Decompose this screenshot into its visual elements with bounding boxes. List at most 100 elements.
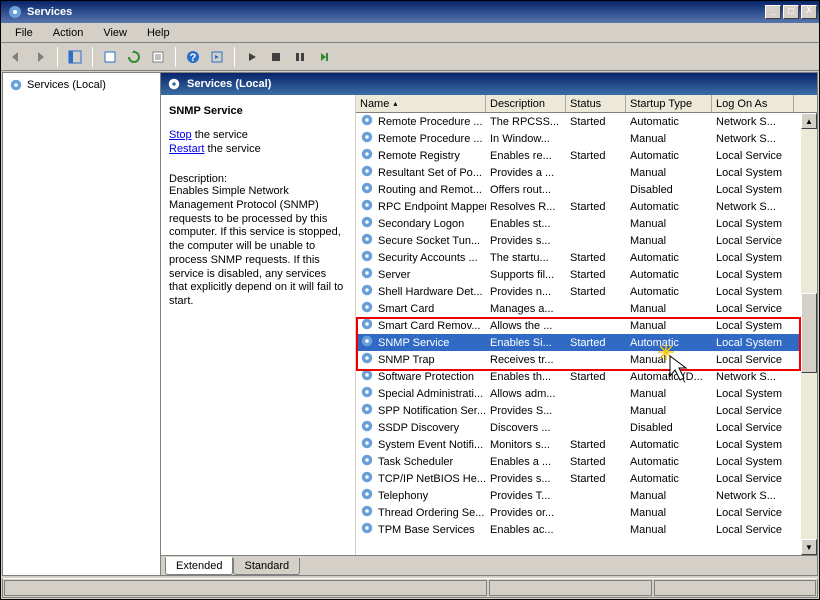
cell-desc: The RPCSS...: [486, 116, 566, 128]
service-gear-icon: [360, 402, 374, 419]
properties-button[interactable]: [147, 46, 169, 68]
maximize-button[interactable]: □: [783, 5, 799, 19]
table-row[interactable]: TelephonyProvides T...ManualNetwork S...: [356, 487, 817, 504]
cell-desc: Manages a...: [486, 303, 566, 315]
menu-help[interactable]: Help: [139, 25, 178, 41]
cell-desc: Provides or...: [486, 507, 566, 519]
column-logon[interactable]: Log On As: [712, 95, 794, 112]
cell-status: Started: [566, 252, 626, 264]
cell-desc: Provides a ...: [486, 167, 566, 179]
service-gear-icon: [360, 147, 374, 164]
table-row[interactable]: Remote Procedure ...The RPCSS...StartedA…: [356, 113, 817, 130]
service-rows: Remote Procedure ...The RPCSS...StartedA…: [356, 113, 817, 555]
cell-startup: Manual: [626, 167, 712, 179]
table-row[interactable]: Routing and Remot...Offers rout...Disabl…: [356, 181, 817, 198]
table-row[interactable]: RPC Endpoint MapperResolves R...StartedA…: [356, 198, 817, 215]
cell-logon: Local System: [712, 439, 794, 451]
list-pane: Name ▴DescriptionStatusStartup TypeLog O…: [356, 95, 817, 555]
table-row[interactable]: ServerSupports fil...StartedAutomaticLoc…: [356, 266, 817, 283]
table-row[interactable]: SNMP ServiceEnables Si...StartedAutomati…: [356, 334, 817, 351]
back-button[interactable]: [5, 46, 27, 68]
cell-desc: Supports fil...: [486, 269, 566, 281]
help-button[interactable]: ?: [182, 46, 204, 68]
cell-name: Software Protection: [356, 368, 486, 385]
tab-extended[interactable]: Extended: [165, 557, 233, 575]
menu-file[interactable]: File: [7, 25, 41, 41]
tab-standard[interactable]: Standard: [233, 558, 300, 575]
column-status[interactable]: Status: [566, 95, 626, 112]
table-row[interactable]: Special Administrati...Allows adm...Manu…: [356, 385, 817, 402]
start-service-button[interactable]: [241, 46, 263, 68]
cell-desc: Provides s...: [486, 235, 566, 247]
export-button[interactable]: [99, 46, 121, 68]
restart-link[interactable]: Restart: [169, 143, 204, 155]
forward-button[interactable]: [29, 46, 51, 68]
table-row[interactable]: Thread Ordering Se...Provides or...Manua…: [356, 504, 817, 521]
scroll-up-button[interactable]: ▲: [801, 113, 817, 129]
table-row[interactable]: Smart Card Remov...Allows the ...ManualL…: [356, 317, 817, 334]
pause-service-button[interactable]: [289, 46, 311, 68]
service-gear-icon: [360, 181, 374, 198]
stop-service-button[interactable]: [265, 46, 287, 68]
cell-logon: Local Service: [712, 507, 794, 519]
table-row[interactable]: Smart CardManages a...ManualLocal Servic…: [356, 300, 817, 317]
cell-name: Smart Card: [356, 300, 486, 317]
cell-status: Started: [566, 337, 626, 349]
table-row[interactable]: Software ProtectionEnables th...StartedA…: [356, 368, 817, 385]
tree-root-item[interactable]: Services (Local): [7, 77, 156, 93]
stop-link[interactable]: Stop: [169, 129, 192, 141]
table-row[interactable]: Remote Procedure ...In Window...ManualNe…: [356, 130, 817, 147]
cell-status: Started: [566, 473, 626, 485]
table-row[interactable]: Shell Hardware Det...Provides n...Starte…: [356, 283, 817, 300]
svg-text:?: ?: [190, 52, 197, 64]
table-row[interactable]: SNMP TrapReceives tr...ManualLocal Servi…: [356, 351, 817, 368]
restart-service-button[interactable]: [313, 46, 335, 68]
table-row[interactable]: Security Accounts ...The startu...Starte…: [356, 249, 817, 266]
cell-status: Started: [566, 269, 626, 281]
description-label: Description:: [169, 173, 347, 185]
table-row[interactable]: SPP Notification Ser...Provides S...Manu…: [356, 402, 817, 419]
table-row[interactable]: Task SchedulerEnables a ...StartedAutoma…: [356, 453, 817, 470]
cell-logon: Local System: [712, 388, 794, 400]
table-row[interactable]: Resultant Set of Po...Provides a ...Manu…: [356, 164, 817, 181]
cell-startup: Manual: [626, 388, 712, 400]
cell-desc: Enables a ...: [486, 456, 566, 468]
close-button[interactable]: X: [801, 5, 817, 19]
services-icon: [9, 78, 23, 92]
table-row[interactable]: Remote RegistryEnables re...StartedAutom…: [356, 147, 817, 164]
table-row[interactable]: TCP/IP NetBIOS He...Provides s...Started…: [356, 470, 817, 487]
vertical-scrollbar[interactable]: ▲ ▼: [801, 113, 817, 555]
column-desc[interactable]: Description: [486, 95, 566, 112]
cell-startup: Automatic: [626, 116, 712, 128]
menu-bar: FileActionViewHelp: [1, 23, 819, 43]
cell-status: Started: [566, 201, 626, 213]
table-row[interactable]: Secondary LogonEnables st...ManualLocal …: [356, 215, 817, 232]
cell-name: Special Administrati...: [356, 385, 486, 402]
cell-name: Server: [356, 266, 486, 283]
cell-desc: Provides T...: [486, 490, 566, 502]
scroll-thumb[interactable]: [801, 293, 817, 373]
table-row[interactable]: Secure Socket Tun...Provides s...ManualL…: [356, 232, 817, 249]
scroll-down-button[interactable]: ▼: [801, 539, 817, 555]
column-name[interactable]: Name ▴: [356, 95, 486, 112]
column-startup[interactable]: Startup Type: [626, 95, 712, 112]
cell-startup: Manual: [626, 303, 712, 315]
cell-desc: Enables Si...: [486, 337, 566, 349]
service-gear-icon: [360, 317, 374, 334]
cell-startup: Automatic: [626, 150, 712, 162]
cell-desc: Resolves R...: [486, 201, 566, 213]
table-row[interactable]: System Event Notifi...Monitors s...Start…: [356, 436, 817, 453]
table-row[interactable]: TPM Base ServicesEnables ac...ManualLoca…: [356, 521, 817, 538]
cell-logon: Network S...: [712, 133, 794, 145]
refresh-button[interactable]: [123, 46, 145, 68]
cell-desc: Provides S...: [486, 405, 566, 417]
cell-startup: Automatic: [626, 252, 712, 264]
tree-pane: Services (Local): [3, 73, 161, 575]
menu-view[interactable]: View: [95, 25, 135, 41]
cell-name: SNMP Service: [356, 334, 486, 351]
menu-action[interactable]: Action: [45, 25, 92, 41]
action-button[interactable]: [206, 46, 228, 68]
minimize-button[interactable]: _: [765, 5, 781, 19]
table-row[interactable]: SSDP DiscoveryDiscovers ...DisabledLocal…: [356, 419, 817, 436]
show-hide-tree-button[interactable]: [64, 46, 86, 68]
